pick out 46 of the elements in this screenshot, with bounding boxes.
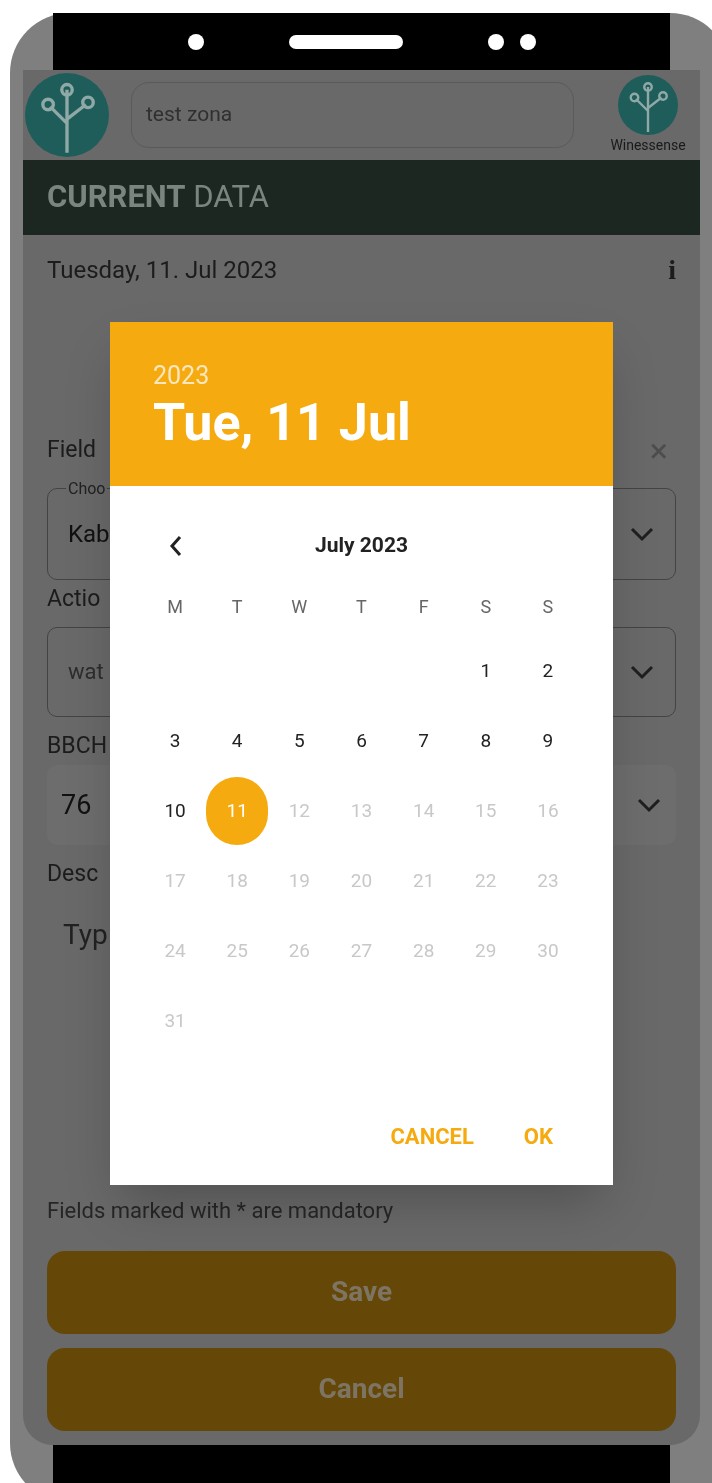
calendar-day[interactable]: 1 bbox=[454, 637, 517, 705]
weekday-label: T bbox=[355, 594, 368, 619]
calendar-day[interactable]: 7 bbox=[392, 707, 455, 775]
calendar-day[interactable]: 6 bbox=[330, 707, 393, 775]
action-button[interactable]: Cancel bbox=[47, 1347, 676, 1431]
weekday-label: S bbox=[541, 594, 555, 619]
dialog-action[interactable]: CANCEL bbox=[390, 1120, 474, 1153]
chevron-down-icon bbox=[629, 526, 655, 542]
date-text: Tuesday, 11. Jul 2023 bbox=[47, 255, 278, 286]
info-button[interactable]: i bbox=[668, 249, 676, 291]
close-button[interactable]: × bbox=[649, 425, 668, 476]
description-label: Desc bbox=[47, 859, 99, 889]
month-title: July 2023 bbox=[314, 532, 408, 560]
field-value: Kab bbox=[68, 519, 110, 550]
weekday-label: W bbox=[290, 594, 309, 619]
calendar-day[interactable]: 8 bbox=[454, 707, 517, 775]
action-label: Actio bbox=[47, 584, 101, 614]
tree-logo-icon bbox=[25, 73, 109, 157]
action-button[interactable]: Save bbox=[47, 1250, 676, 1334]
calendar-day[interactable]: 9 bbox=[516, 707, 579, 775]
chevron-down-icon bbox=[636, 797, 662, 813]
selected-date: Tue, 11 Jul bbox=[153, 394, 412, 452]
weekday-label: T bbox=[230, 594, 244, 619]
calendar-day[interactable]: 5 bbox=[268, 707, 331, 775]
weekday-label: F bbox=[417, 594, 430, 619]
calendar-day[interactable]: 4 bbox=[206, 707, 269, 775]
action-value: wat bbox=[68, 658, 104, 686]
chevron-down-icon bbox=[629, 663, 655, 680]
weekday-label: M bbox=[166, 594, 184, 619]
dialog-action[interactable]: OK bbox=[523, 1120, 553, 1153]
mandatory-note: Fields marked with * are mandatory bbox=[47, 1196, 394, 1225]
bbch-label: BBCH bbox=[47, 730, 108, 761]
field-label: Field bbox=[47, 435, 97, 466]
calendar-day[interactable]: 2 bbox=[516, 637, 579, 705]
selected-year[interactable]: 2023 bbox=[153, 356, 570, 395]
calendar-day[interactable]: 10 bbox=[144, 777, 207, 845]
calendar-day[interactable]: 3 bbox=[144, 707, 207, 775]
weekday-label: S bbox=[479, 594, 493, 619]
brand-name: Winessense bbox=[610, 135, 686, 155]
section-header: CURRENT DATA bbox=[23, 160, 700, 235]
search-field[interactable]: test zona bbox=[131, 82, 574, 148]
calendar-day[interactable]: 11 bbox=[206, 777, 269, 845]
tree-logo-icon bbox=[618, 74, 678, 135]
speaker-slot-icon bbox=[288, 34, 403, 49]
bbch-value: 76 bbox=[61, 787, 92, 823]
previous-month-icon[interactable] bbox=[168, 535, 184, 557]
